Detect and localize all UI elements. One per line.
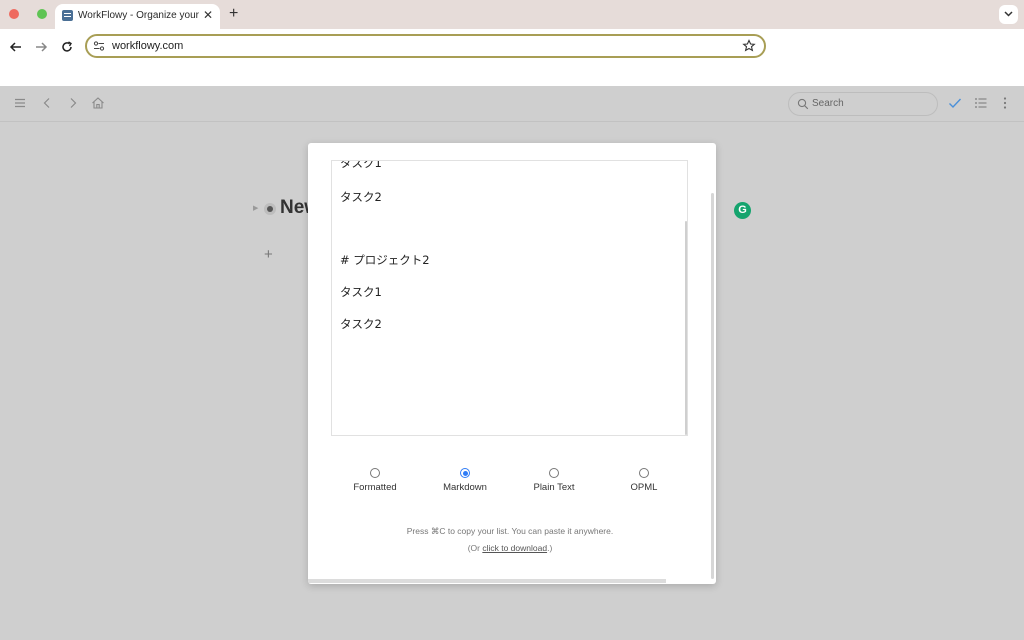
grammarly-icon[interactable]: G [734,202,751,219]
reload-icon [62,41,72,52]
download-hint: (Or click to download.) [308,543,712,553]
back-button[interactable] [7,38,25,56]
radio-opml[interactable] [639,468,649,478]
search-field[interactable]: Search [788,92,938,116]
new-tab-button[interactable]: + [229,5,238,23]
hamburger-icon [15,98,25,108]
bookmark-star-icon[interactable] [742,39,756,53]
tab-title: WorkFlowy - Organize your b [78,10,200,21]
close-window-button[interactable] [9,9,19,19]
chevron-right-icon [70,98,77,108]
arrow-right-icon [36,42,48,52]
dialog-vertical-scrollbar[interactable] [711,193,714,579]
menu-button[interactable] [13,96,27,110]
download-hint-prefix: (Or [467,543,483,553]
tab-close-icon[interactable]: ✕ [203,8,213,22]
view-options-button[interactable] [974,96,988,110]
radio-plain-text[interactable] [549,468,559,478]
chevron-left-icon [43,98,50,108]
url-text: workflowy.com [112,40,184,52]
radio-markdown[interactable] [460,468,470,478]
workflowy-favicon-icon [62,10,73,21]
collapse-arrow-icon[interactable]: ▶ [253,204,258,212]
browser-toolbar: workflowy.com [0,29,1024,86]
home-button[interactable] [91,96,105,110]
option-label: OPML [630,482,658,493]
add-item-button[interactable]: + [264,246,273,263]
chevron-down-icon [1004,11,1013,17]
download-hint-suffix: .) [547,543,553,553]
document-bullet-icon[interactable] [264,203,276,215]
history-back-button[interactable] [40,96,54,110]
format-option-formatted[interactable]: Formatted [335,468,415,493]
export-dialog: タスク1 タスク2 # プロジェクト2 タスク1 タスク2 Formatted … [308,143,716,584]
maximize-window-button[interactable] [37,9,47,19]
site-settings-icon[interactable] [93,40,105,52]
format-option-markdown[interactable]: Markdown [425,468,505,493]
tab-strip: WorkFlowy - Organize your b ✕ + [0,0,1024,29]
tab-search-button[interactable] [999,5,1018,24]
history-forward-button[interactable] [66,96,80,110]
format-option-plain-text[interactable]: Plain Text [514,468,594,493]
format-option-opml[interactable]: OPML [604,468,684,493]
export-text-area[interactable]: タスク1 タスク2 # プロジェクト2 タスク1 タスク2 [331,160,688,436]
export-line: タスク1 [340,285,382,299]
arrow-left-icon [9,42,21,52]
option-label: Plain Text [533,482,575,493]
browser-tab[interactable]: WorkFlowy - Organize your b ✕ [55,4,220,29]
text-area-scrollbar[interactable] [685,221,687,435]
copy-hint: Press ⌘C to copy your list. You can past… [406,526,614,536]
export-line: タスク2 [340,190,382,204]
export-line: タスク2 [340,317,382,331]
search-icon [797,98,809,110]
search-placeholder: Search [812,98,844,109]
more-vertical-icon [1003,97,1007,109]
home-icon [92,97,104,109]
option-label: Markdown [443,482,487,493]
list-icon [975,98,987,108]
radio-formatted[interactable] [370,468,380,478]
dialog-horizontal-scrollbar[interactable] [308,579,666,583]
export-line: タスク1 [340,160,382,170]
checkmark-icon [949,98,962,109]
complete-toggle-button[interactable] [948,96,962,110]
forward-button[interactable] [32,38,50,56]
more-menu-button[interactable] [998,96,1012,110]
address-bar[interactable]: workflowy.com [85,34,766,58]
option-label: Formatted [353,482,397,493]
export-line: # プロジェクト2 [340,253,430,267]
app-header: Search [0,86,1024,122]
reload-button[interactable] [58,38,76,56]
download-link[interactable]: click to download [482,543,547,553]
